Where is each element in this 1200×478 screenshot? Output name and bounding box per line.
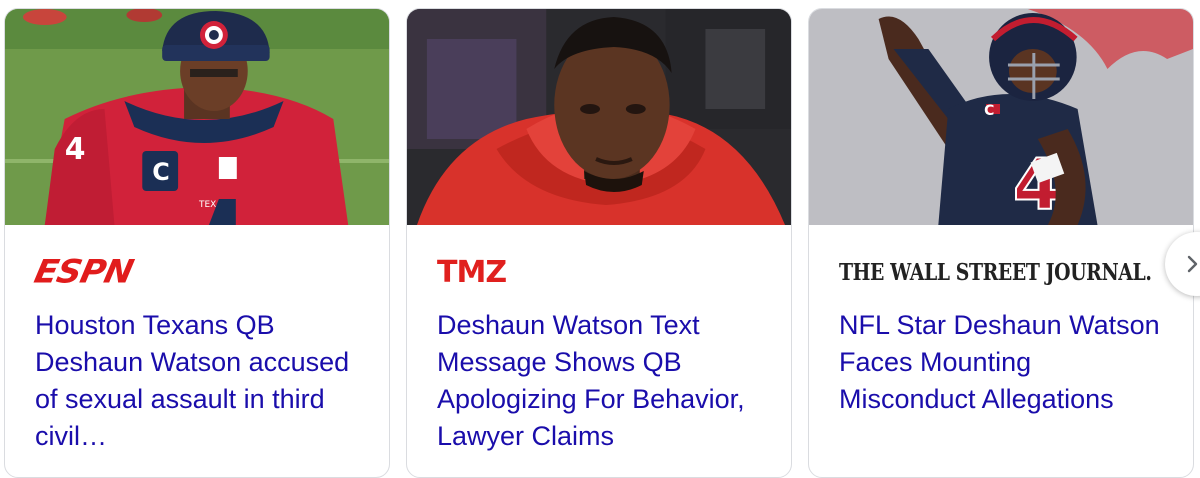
wsj-logo: THE WALL STREET JOURNAL. xyxy=(839,258,1152,286)
news-carousel: C TEXANS 4 ESPN Houston Te xyxy=(0,0,1200,478)
news-source: ESPN xyxy=(31,253,136,291)
news-thumbnail[interactable]: C TEXANS 4 xyxy=(5,9,389,225)
news-headline-link[interactable]: Deshaun Watson Text Message Shows QB Apo… xyxy=(437,307,767,455)
espn-logo: ESPN xyxy=(30,253,137,291)
tmz-logo: TMZ xyxy=(437,254,507,290)
news-source: TMZ xyxy=(437,253,507,291)
news-thumbnail[interactable]: C 4 xyxy=(809,9,1193,225)
chevron-right-icon xyxy=(1187,255,1198,273)
svg-text:C: C xyxy=(152,158,170,186)
news-card[interactable]: C TEXANS 4 ESPN Houston Te xyxy=(4,8,390,478)
svg-text:C: C xyxy=(984,103,994,119)
news-thumbnail[interactable] xyxy=(407,9,791,225)
news-card[interactable]: C 4 THE WALL STREET JOURNAL. NFL Star De… xyxy=(808,8,1194,478)
news-headline-link[interactable]: Houston Texans QB Deshaun Watson accused… xyxy=(35,307,365,455)
news-card[interactable]: TMZ Deshaun Watson Text Message Shows QB… xyxy=(406,8,792,478)
news-headline-link[interactable]: NFL Star Deshaun Watson Faces Mounting M… xyxy=(839,307,1169,418)
news-source: THE WALL STREET JOURNAL. xyxy=(839,253,1193,291)
svg-text:4: 4 xyxy=(65,132,86,167)
